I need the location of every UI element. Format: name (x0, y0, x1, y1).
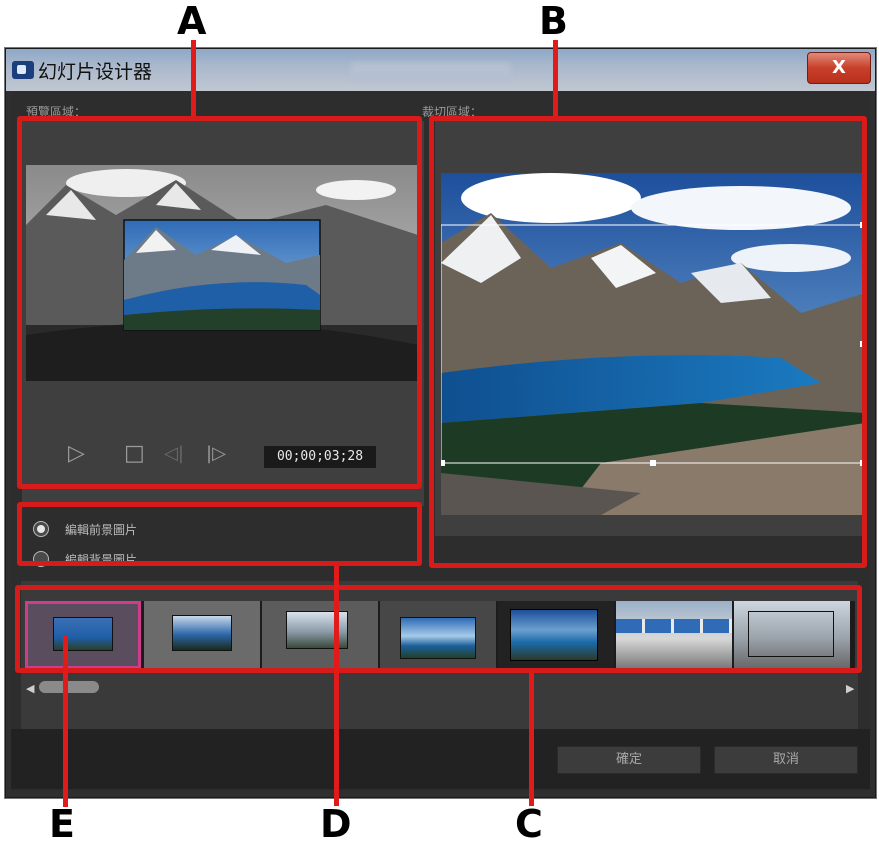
callout-d: D (320, 802, 352, 846)
scroll-right-arrow[interactable]: ▶ (846, 682, 854, 695)
blurred-title-area (351, 63, 511, 77)
callout-box-c (15, 585, 862, 673)
title-bar[interactable]: 幻灯片设计器 X (6, 49, 875, 91)
callout-box-a (17, 116, 422, 489)
callout-line-e (63, 635, 68, 807)
callout-box-d (17, 502, 422, 566)
app-icon (12, 61, 34, 79)
callout-c: C (515, 802, 543, 846)
callout-line-a (191, 40, 196, 116)
callout-b: B (539, 0, 568, 43)
window-title: 幻灯片设计器 (38, 61, 153, 83)
callout-line-d (334, 566, 339, 806)
callout-line-b (553, 40, 558, 116)
cancel-button[interactable]: 取消 (714, 746, 858, 774)
scroll-left-arrow[interactable]: ◀ (26, 682, 34, 695)
close-button[interactable]: X (807, 52, 871, 84)
callout-line-c (529, 673, 534, 806)
dialog-button-bar: 確定 取消 (11, 729, 870, 789)
scrollbar-thumb[interactable] (39, 681, 99, 693)
callout-box-b (429, 116, 867, 568)
callout-e: E (49, 802, 75, 846)
confirm-button[interactable]: 確定 (557, 746, 701, 774)
callout-a: A (177, 0, 207, 43)
